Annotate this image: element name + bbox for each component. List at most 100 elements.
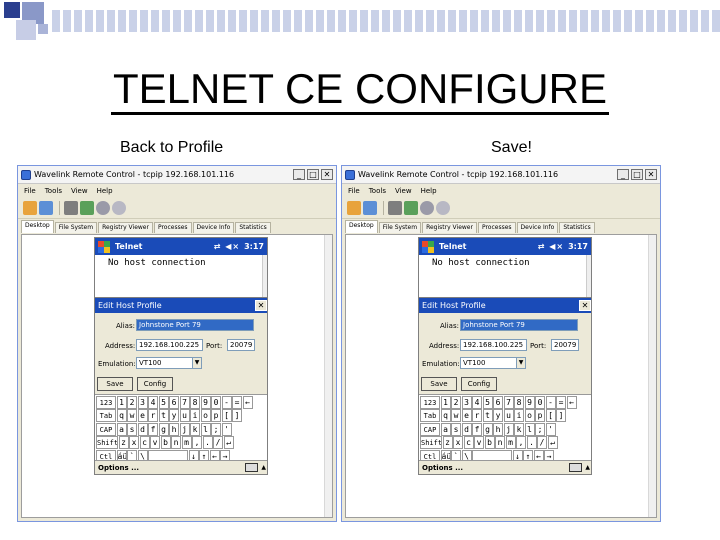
keyboard-key[interactable]: c xyxy=(139,436,150,449)
keyboard-key[interactable]: i xyxy=(190,409,200,422)
keyboard-key[interactable]: 5 xyxy=(158,395,169,409)
address-field[interactable]: 192.168.100.225 xyxy=(460,339,527,351)
keyboard-icon[interactable] xyxy=(569,463,583,472)
open-icon[interactable] xyxy=(347,200,361,215)
connectivity-volume-icons[interactable]: ⇄ ◀× xyxy=(214,242,240,251)
keyboard-key[interactable]: n xyxy=(171,436,181,449)
tab-desktop[interactable]: Desktop xyxy=(345,220,378,233)
zoom-out-icon[interactable] xyxy=(436,200,450,215)
menu-help[interactable]: Help xyxy=(421,187,437,195)
keyboard-key[interactable]: 5 xyxy=(482,395,493,409)
keyboard-key[interactable]: 8 xyxy=(190,395,200,409)
keyboard-key[interactable]: 4 xyxy=(472,395,482,409)
keyboard-key[interactable]: x xyxy=(453,436,463,449)
pocket-pc-screen[interactable]: Telnet ⇄ ◀× 3:17 No host connection Edit… xyxy=(418,237,592,475)
keyboard-key[interactable]: Shift xyxy=(420,436,442,449)
keyboard-icon[interactable] xyxy=(245,463,259,472)
keyboard-key[interactable]: f xyxy=(148,422,158,436)
keyboard-key[interactable]: a xyxy=(116,422,127,436)
keyboard-key[interactable]: l xyxy=(200,422,211,436)
keyboard-key[interactable]: 123 xyxy=(420,395,440,409)
keyboard-key[interactable]: ] xyxy=(556,409,566,422)
tab-statistics[interactable]: Statistics xyxy=(235,222,271,233)
menu-tools[interactable]: Tools xyxy=(369,187,386,195)
keyboard-key[interactable]: = xyxy=(232,395,242,409)
keyboard-key[interactable]: g xyxy=(158,422,169,436)
keyboard-key[interactable]: = xyxy=(556,395,566,409)
keyboard-key[interactable]: 9 xyxy=(524,395,535,409)
save-button[interactable]: Save xyxy=(97,377,133,391)
keyboard-key[interactable]: u xyxy=(503,409,514,422)
window-titlebar[interactable]: Wavelink Remote Control - tcpip 192.168.… xyxy=(18,166,336,184)
keyboard-key[interactable]: ; xyxy=(211,422,221,436)
refresh-icon[interactable] xyxy=(404,200,418,215)
keyboard-key[interactable]: n xyxy=(495,436,505,449)
tab-device-info[interactable]: Device Info xyxy=(516,222,559,233)
save-icon[interactable] xyxy=(39,200,53,215)
tab-registry-viewer[interactable]: Registry Viewer xyxy=(422,222,477,233)
keyboard-key[interactable]: / xyxy=(213,436,223,449)
keyboard-key[interactable]: k xyxy=(190,422,200,436)
input-panel-arrow-icon[interactable]: ▲ xyxy=(585,464,590,471)
keyboard-key[interactable]: Tab xyxy=(96,409,116,422)
keyboard-key[interactable]: p xyxy=(535,409,545,422)
keyboard-key[interactable]: 1 xyxy=(440,395,451,409)
keyboard-key[interactable]: p xyxy=(211,409,221,422)
minimize-button[interactable]: _ xyxy=(617,169,629,180)
port-field[interactable]: 20079 xyxy=(227,339,255,351)
menu-tools[interactable]: Tools xyxy=(45,187,62,195)
keyboard-key[interactable]: e xyxy=(137,409,148,422)
keyboard-key[interactable]: . xyxy=(202,436,213,449)
zoom-out-icon[interactable] xyxy=(112,200,126,215)
refresh-icon[interactable] xyxy=(80,200,94,215)
maximize-button[interactable]: □ xyxy=(631,169,643,180)
keyboard-key[interactable]: 7 xyxy=(179,395,190,409)
menu-file[interactable]: File xyxy=(24,187,36,195)
keyboard-key[interactable]: z xyxy=(442,436,453,449)
keyboard-key[interactable]: l xyxy=(524,422,535,436)
config-button[interactable]: Config xyxy=(137,377,173,391)
tab-file-system[interactable]: File System xyxy=(378,222,422,233)
keyboard-key[interactable]: ' xyxy=(221,422,232,436)
keyboard-key[interactable]: 8 xyxy=(514,395,524,409)
keyboard-key[interactable]: r xyxy=(148,409,158,422)
options-menu[interactable]: Options ... xyxy=(98,464,245,472)
keyboard-key[interactable]: c xyxy=(463,436,474,449)
tab-processes[interactable]: Processes xyxy=(477,222,516,233)
keyboard-key[interactable]: y xyxy=(493,409,503,422)
keyboard-key[interactable]: , xyxy=(192,436,202,449)
keyboard-key[interactable]: b xyxy=(484,436,495,449)
keyboard-key[interactable]: CAP xyxy=(96,422,116,436)
options-menu[interactable]: Options ... xyxy=(422,464,569,472)
address-field[interactable]: 192.168.100.225 xyxy=(136,339,203,351)
keyboard-key[interactable]: t xyxy=(482,409,493,422)
keyboard-key[interactable]: o xyxy=(524,409,535,422)
keyboard-key[interactable]: 6 xyxy=(493,395,503,409)
port-field[interactable]: 20079 xyxy=(551,339,579,351)
dialog-close-button[interactable]: ✕ xyxy=(255,300,267,311)
pocket-pc-screen[interactable]: Telnet ⇄ ◀× 3:17 No host connection Edit… xyxy=(94,237,268,475)
keyboard-key[interactable]: e xyxy=(461,409,472,422)
tab-desktop[interactable]: Desktop xyxy=(21,220,54,233)
keyboard-key[interactable]: r xyxy=(472,409,482,422)
keyboard-key[interactable]: 0 xyxy=(211,395,221,409)
keyboard-key[interactable]: 9 xyxy=(200,395,211,409)
save-button[interactable]: Save xyxy=(421,377,457,391)
keyboard-key[interactable]: ] xyxy=(232,409,242,422)
zoom-in-icon[interactable] xyxy=(420,200,434,215)
keyboard-key[interactable]: f xyxy=(472,422,482,436)
window-titlebar[interactable]: Wavelink Remote Control - tcpip 192.168.… xyxy=(342,166,660,184)
menu-view[interactable]: View xyxy=(71,187,88,195)
input-panel-arrow-icon[interactable]: ▲ xyxy=(261,464,266,471)
keyboard-key[interactable]: b xyxy=(160,436,171,449)
keyboard-key[interactable]: q xyxy=(440,409,451,422)
menu-view[interactable]: View xyxy=(395,187,412,195)
menu-help[interactable]: Help xyxy=(97,187,113,195)
keyboard-key[interactable]: 1 xyxy=(116,395,127,409)
keyboard-key[interactable]: 123 xyxy=(96,395,116,409)
tab-processes[interactable]: Processes xyxy=(153,222,192,233)
keyboard-key[interactable]: d xyxy=(461,422,472,436)
keyboard-key[interactable]: j xyxy=(503,422,514,436)
alias-field[interactable]: Johnstone Port 79 xyxy=(136,319,254,331)
keyboard-key[interactable]: [ xyxy=(545,409,556,422)
